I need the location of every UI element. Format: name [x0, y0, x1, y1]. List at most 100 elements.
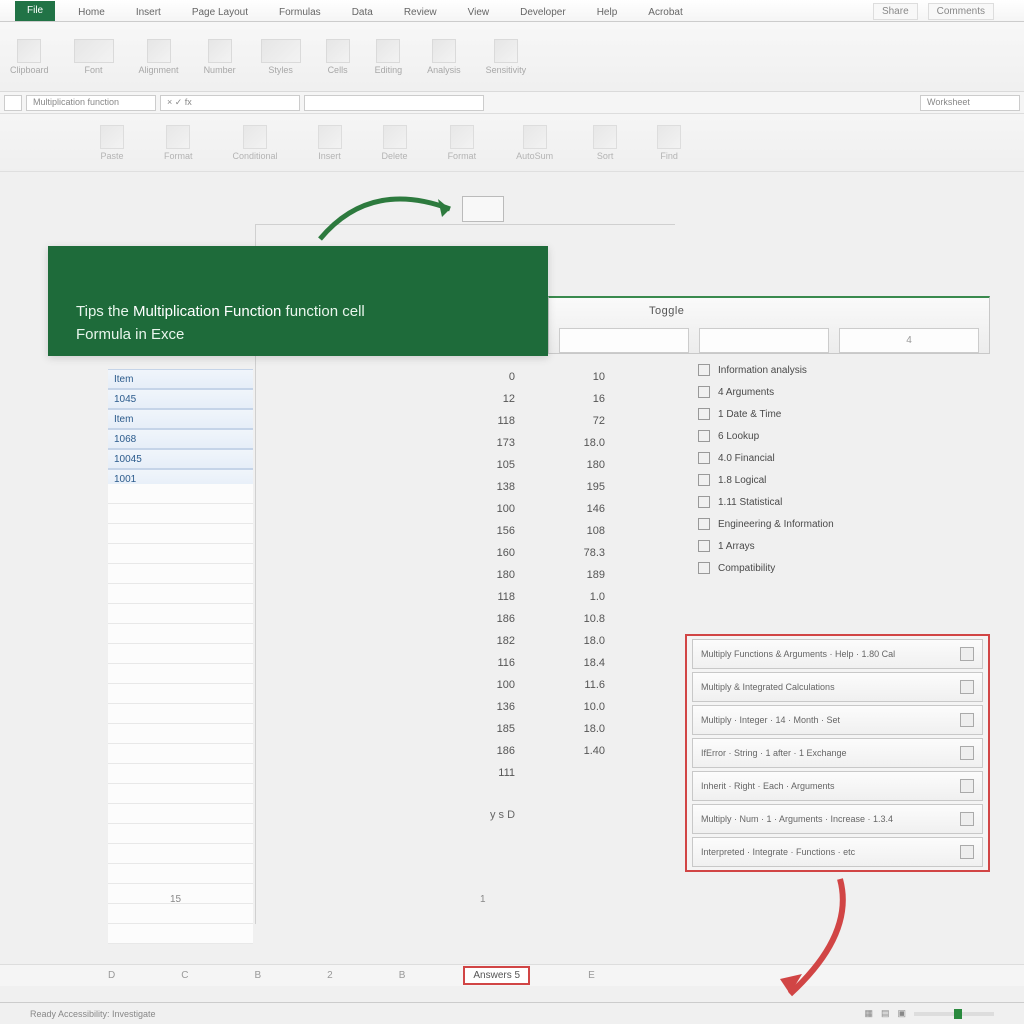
tab-help[interactable]: Help	[589, 4, 626, 21]
ribbon-sensitivity[interactable]: Sensitivity	[486, 39, 527, 75]
grid-row[interactable]	[108, 484, 253, 504]
view-break-icon[interactable]: ▣	[897, 1008, 906, 1019]
sheet-tab[interactable]: B	[391, 968, 414, 983]
sheet-tab[interactable]: B	[246, 968, 269, 983]
category-item[interactable]: Compatibility	[690, 557, 990, 579]
font-icon	[74, 39, 114, 63]
tab-home[interactable]: Home	[70, 4, 113, 21]
category-item[interactable]: 1.11 Statistical	[690, 491, 990, 513]
dialog-tab[interactable]	[559, 328, 689, 353]
formula-input[interactable]: × ✓ fx	[160, 95, 300, 111]
share-button[interactable]: Share	[873, 3, 918, 20]
name-box[interactable]: Multiplication function	[26, 95, 156, 111]
tab-pagelayout[interactable]: Page Layout	[184, 4, 256, 21]
sr-sort[interactable]: Sort	[593, 125, 617, 161]
ribbon-analysis[interactable]: Analysis	[427, 39, 461, 75]
sr-autosum[interactable]: AutoSum	[516, 125, 553, 161]
left-row[interactable]: Item	[108, 409, 253, 429]
tab-developer[interactable]: Developer	[512, 4, 574, 21]
category-label: Compatibility	[718, 563, 775, 574]
sheet-tab-active[interactable]: Answers 5	[463, 966, 530, 985]
category-label: 4.0 Financial	[718, 453, 775, 464]
zoom-slider[interactable]	[914, 1012, 994, 1016]
styles-icon	[261, 39, 301, 63]
grid-row[interactable]	[108, 504, 253, 524]
grid-row[interactable]	[108, 804, 253, 824]
sr-find[interactable]: Find	[657, 125, 681, 161]
category-item[interactable]: 6 Lookup	[690, 425, 990, 447]
comments-button[interactable]: Comments	[928, 3, 994, 20]
grid-row[interactable]	[108, 724, 253, 744]
left-row[interactable]: Item	[108, 369, 253, 389]
function-item[interactable]: Multiply Functions & Arguments · Help · …	[692, 639, 983, 669]
sheet-tab[interactable]: E	[580, 968, 603, 983]
grid-row[interactable]	[108, 664, 253, 684]
left-row[interactable]: 1068	[108, 429, 253, 449]
tab-view[interactable]: View	[460, 4, 498, 21]
dialog-tab[interactable]	[699, 328, 829, 353]
sr-cond[interactable]: Conditional	[233, 125, 278, 161]
tab-data[interactable]: Data	[344, 4, 381, 21]
grid-row[interactable]	[108, 764, 253, 784]
grid-row[interactable]	[108, 904, 253, 924]
delete-icon	[383, 125, 407, 149]
grid-row[interactable]	[108, 924, 253, 944]
sr-format[interactable]: Format	[164, 125, 193, 161]
sheet-tab[interactable]: 2	[319, 968, 341, 983]
grid-row[interactable]	[108, 584, 253, 604]
view-normal-icon[interactable]: ▦	[864, 1008, 873, 1019]
grid-row[interactable]	[108, 544, 253, 564]
category-item[interactable]: Information analysis	[690, 359, 990, 381]
function-item[interactable]: Interpreted · Integrate · Functions · et…	[692, 837, 983, 867]
tab-acrobat[interactable]: Acrobat	[640, 4, 690, 21]
category-item[interactable]: 1 Date & Time	[690, 403, 990, 425]
function-item[interactable]: Multiply & Integrated Calculations	[692, 672, 983, 702]
tab-review[interactable]: Review	[396, 4, 445, 21]
grid-row[interactable]	[108, 684, 253, 704]
grid-row[interactable]	[108, 644, 253, 664]
category-item[interactable]: Engineering & Information	[690, 513, 990, 535]
cell-marker[interactable]	[4, 95, 22, 111]
function-item[interactable]: Multiply · Num · 1 · Arguments · Increas…	[692, 804, 983, 834]
grid-row[interactable]	[108, 744, 253, 764]
function-item[interactable]: IfError · String · 1 after · 1 Exchange	[692, 738, 983, 768]
sr-delete[interactable]: Delete	[382, 125, 408, 161]
grid-row[interactable]	[108, 564, 253, 584]
grid-row[interactable]	[108, 844, 253, 864]
grid-row[interactable]	[108, 624, 253, 644]
ribbon-styles[interactable]: Styles	[261, 39, 301, 75]
dialog-tab[interactable]: 4	[839, 328, 979, 353]
category-item[interactable]: 4 Arguments	[690, 381, 990, 403]
tab-formulas[interactable]: Formulas	[271, 4, 329, 21]
category-item[interactable]: 4.0 Financial	[690, 447, 990, 469]
ribbon-alignment[interactable]: Alignment	[139, 39, 179, 75]
ribbon-clipboard[interactable]: Clipboard	[10, 39, 49, 75]
ribbon-number[interactable]: Number	[204, 39, 236, 75]
grid-row[interactable]	[108, 824, 253, 844]
tab-insert[interactable]: Insert	[128, 4, 169, 21]
ribbon-font[interactable]: Font	[74, 39, 114, 75]
view-layout-icon[interactable]: ▤	[881, 1008, 890, 1019]
ribbon-editing[interactable]: Editing	[375, 39, 403, 75]
function-item[interactable]: Inherit · Right · Each · Arguments	[692, 771, 983, 801]
sr-insert[interactable]: Insert	[318, 125, 342, 161]
grid-row[interactable]	[108, 604, 253, 624]
ribbon-cells[interactable]: Cells	[326, 39, 350, 75]
left-row[interactable]: 10045	[108, 449, 253, 469]
function-item[interactable]: Multiply · Integer · 14 · Month · Set	[692, 705, 983, 735]
grid-row[interactable]	[108, 784, 253, 804]
grid-row[interactable]	[108, 864, 253, 884]
sheet-tab[interactable]: D	[100, 968, 123, 983]
file-tab[interactable]: File	[15, 1, 55, 21]
sr-format2[interactable]: Format	[448, 125, 477, 161]
category-item[interactable]: 1.8 Logical	[690, 469, 990, 491]
grid-row[interactable]	[108, 704, 253, 724]
formula-extra[interactable]	[304, 95, 484, 111]
sr-paste[interactable]: Paste	[100, 125, 124, 161]
callout-highlight: Multiplication Function	[133, 303, 281, 320]
grid-row[interactable]	[108, 524, 253, 544]
sheet-tab[interactable]: C	[173, 968, 196, 983]
left-row[interactable]: 1045	[108, 389, 253, 409]
category-label: 1.8 Logical	[718, 475, 766, 486]
category-item[interactable]: 1 Arrays	[690, 535, 990, 557]
